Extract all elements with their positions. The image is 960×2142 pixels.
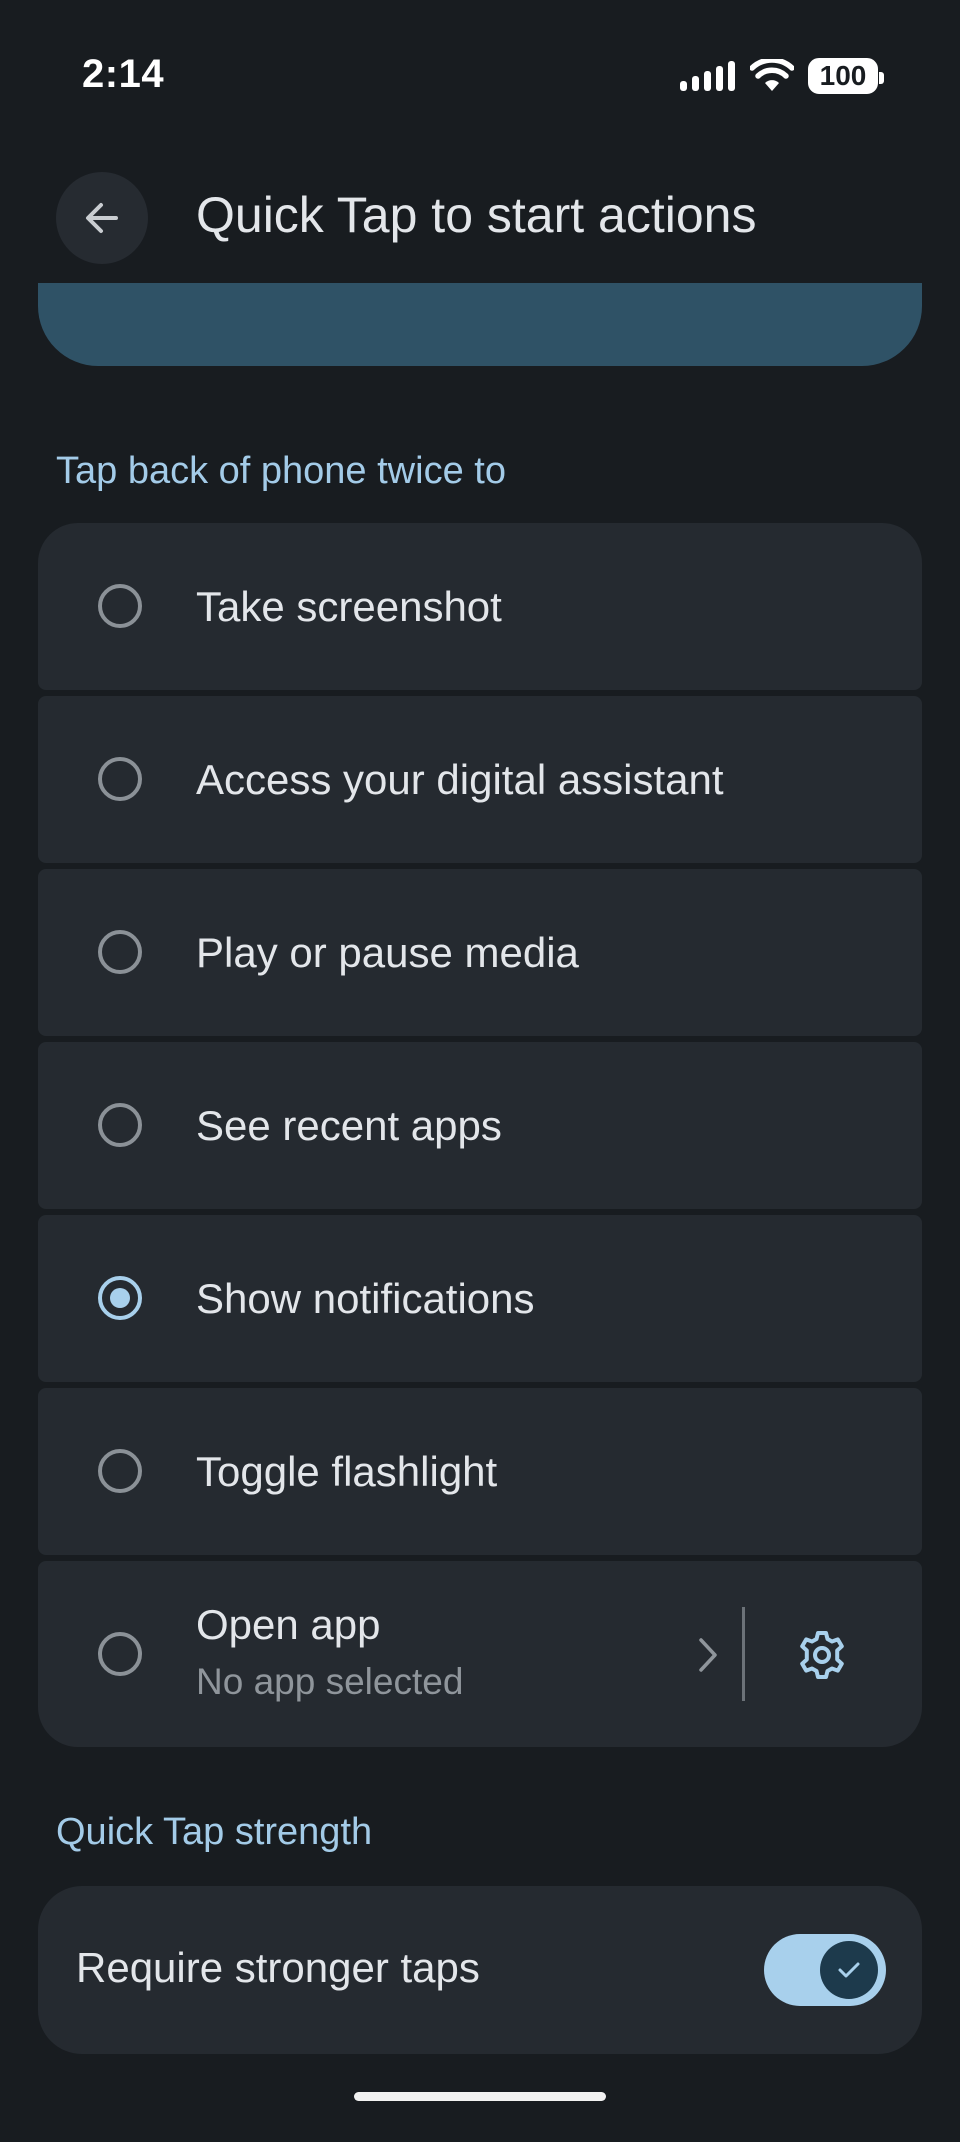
main-switch-area [0,283,960,368]
signal-icon [680,61,735,91]
toggle-knob [820,1941,878,1999]
option-play-pause-media[interactable]: Play or pause media [38,869,922,1036]
option-label: Play or pause media [196,929,579,976]
home-indicator[interactable] [354,2092,606,2101]
radio-button[interactable] [98,1632,142,1676]
option-label: Access your digital assistant [196,756,724,803]
strength-label: Require stronger taps [76,1944,480,1991]
status-time: 2:14 [82,52,165,96]
section-header-actions: Tap back of phone twice to [56,450,506,492]
radio-button[interactable] [98,757,142,801]
option-toggle-flashlight[interactable]: Toggle flashlight [38,1388,922,1555]
option-digital-assistant[interactable]: Access your digital assistant [38,696,922,863]
option-take-screenshot[interactable]: Take screenshot [38,523,922,690]
section-header-strength: Quick Tap strength [56,1811,373,1853]
arrow-back-icon [86,203,118,233]
radio-button-selected[interactable] [98,1276,142,1320]
chevron-right-icon[interactable] [688,1631,728,1679]
option-label: Show notifications [196,1275,535,1322]
option-label: See recent apps [196,1102,502,1149]
main-switch-card[interactable] [38,283,922,366]
gear-icon [800,1631,844,1679]
radio-button[interactable] [98,1103,142,1147]
radio-button[interactable] [98,584,142,628]
option-sublabel: No app selected [196,1661,464,1702]
require-stronger-taps-row[interactable]: Require stronger taps [38,1886,922,2054]
check-icon [838,1962,860,1978]
stronger-taps-toggle[interactable] [764,1934,886,2006]
app-settings-button[interactable] [794,1627,850,1683]
back-button[interactable] [56,172,148,264]
wifi-icon [750,59,794,91]
option-label: Toggle flashlight [196,1448,498,1495]
status-icons: 100 [680,56,884,96]
page-title: Quick Tap to start actions [196,187,757,243]
option-open-app[interactable]: Open app No app selected [38,1561,922,1747]
battery-level: 100 [819,60,867,91]
vertical-divider [742,1607,745,1701]
battery-icon: 100 [808,58,884,94]
option-label: Take screenshot [196,583,502,630]
radio-button[interactable] [98,1449,142,1493]
option-label: Open app [196,1601,381,1648]
screen: 2:14 100 Quick Tap to start actions Tap [0,0,960,2142]
option-show-notifications[interactable]: Show notifications [38,1215,922,1382]
radio-button[interactable] [98,930,142,974]
option-recent-apps[interactable]: See recent apps [38,1042,922,1209]
